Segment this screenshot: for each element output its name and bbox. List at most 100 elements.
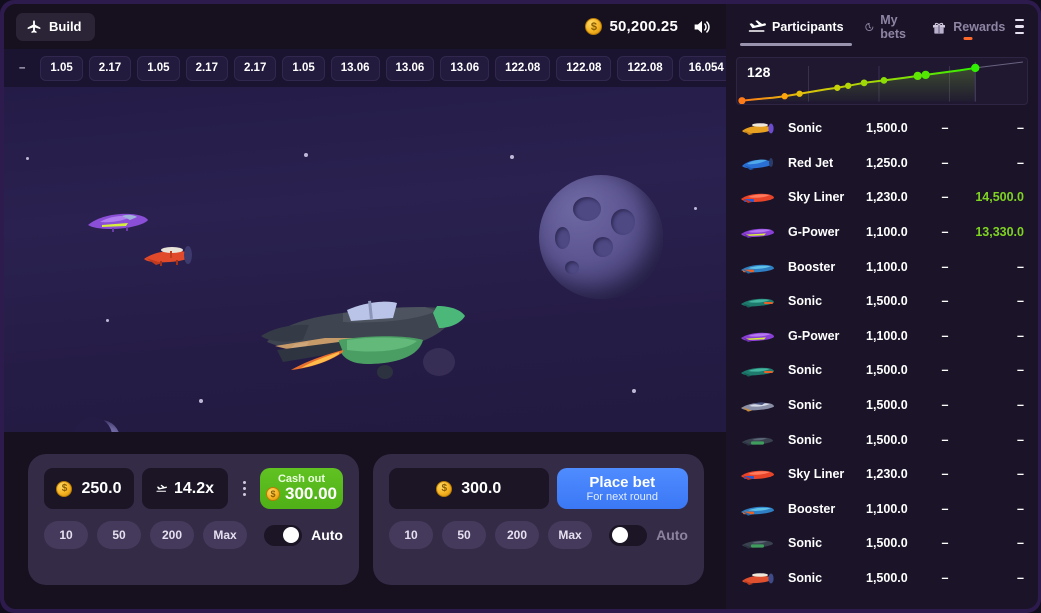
table-row[interactable]: Sonic 1,500.0 – – <box>728 111 1036 146</box>
player-name: Booster <box>788 501 836 516</box>
history-chip[interactable]: 13.06 <box>440 55 490 81</box>
quick-bet-200-left[interactable]: 200 <box>150 521 194 549</box>
multiplier-value: – <box>941 363 949 378</box>
plane-avatar-icon <box>741 470 774 481</box>
build-button[interactable]: Build <box>16 12 95 41</box>
history-chip[interactable]: 1.05 <box>282 55 325 81</box>
player-name: Sonic <box>788 571 823 586</box>
table-row[interactable]: Sonic 1,500.0 – – <box>728 284 1036 319</box>
table-row[interactable]: Sonic 1,500.0 – – <box>728 388 1036 423</box>
build-button-label: Build <box>49 19 82 34</box>
bet-panel-right-row-1: $ 300.0 Place bet For next round <box>389 468 688 509</box>
tab-rewards[interactable]: Rewards <box>921 4 1015 49</box>
auto-cashout-input[interactable]: 14.2x <box>142 468 228 509</box>
table-row[interactable]: Sonic 1,500.0 – – <box>728 526 1036 561</box>
table-row[interactable]: Sky Liner 1,230.0 – 14,500.0 <box>728 180 1036 215</box>
history-chip[interactable]: 13.06 <box>385 55 435 81</box>
quick-bet-50-left[interactable]: 50 <box>97 521 141 549</box>
quick-bet-max-left[interactable]: Max <box>203 521 247 549</box>
tab-participants[interactable]: Participants <box>738 4 854 49</box>
table-row[interactable]: Red Jet 1,250.0 – – <box>728 146 1036 181</box>
history-chip[interactable]: 2.17 <box>233 55 277 81</box>
background-plane-purple <box>82 207 152 237</box>
table-row[interactable]: Booster 1,100.0 – – <box>728 249 1036 284</box>
place-bet-button[interactable]: Place bet For next round <box>556 468 688 509</box>
quick-bet-max-right[interactable]: Max <box>548 521 592 549</box>
moon-small <box>74 417 120 432</box>
bet-value: 1,500.0 <box>866 536 908 551</box>
tab-my-bets[interactable]: My bets <box>854 4 922 49</box>
multiplier-value: – <box>941 121 949 136</box>
quick-bet-50-right[interactable]: 50 <box>442 521 486 549</box>
cash-out-value-wrap: $ 300.00 <box>266 485 337 503</box>
auto-toggle-switch-left[interactable] <box>264 524 303 546</box>
table-row[interactable]: Sky Liner 1,230.0 – – <box>728 457 1036 492</box>
history-chip[interactable]: 122.08 <box>617 55 673 81</box>
sky-canvas: 12.0x <box>4 87 726 432</box>
bet-value: 1,500.0 <box>866 398 908 413</box>
table-row[interactable]: G-Power 1,100.0 – – <box>728 319 1036 354</box>
auto-cashout-value: 14.2x <box>173 479 214 497</box>
multiplier-value: – <box>941 432 949 447</box>
auto-label-right: Auto <box>656 527 688 543</box>
history-chip[interactable]: 16.054 <box>678 55 726 81</box>
star-decoration <box>510 155 514 159</box>
player-name: Sonic <box>788 294 823 309</box>
bet-amount-value-left: 250.0 <box>81 479 122 497</box>
auto-toggle-left[interactable]: Auto <box>264 524 343 546</box>
participants-list[interactable]: Sonic 1,500.0 – – Red Jet 1,250.0 – – Sk… <box>726 111 1038 609</box>
win-value: – <box>1017 536 1024 551</box>
win-value: – <box>1017 363 1024 378</box>
plane-avatar-icon <box>741 332 774 342</box>
quick-bet-200-right[interactable]: 200 <box>495 521 539 549</box>
player-name: Sonic <box>788 121 823 136</box>
hamburger-menu-icon[interactable] <box>1015 18 1028 35</box>
quick-bet-10-left[interactable]: 10 <box>44 521 88 549</box>
history-chip[interactable]: 1.05 <box>137 55 180 81</box>
history-chip[interactable]: 2.17 <box>185 55 228 81</box>
coin-icon: $ <box>56 480 73 497</box>
cash-out-button[interactable]: Cash out $ 300.00 <box>260 468 343 509</box>
bet-value: 1,100.0 <box>866 225 908 240</box>
table-row[interactable]: Sonic 1,500.0 – – <box>728 422 1036 457</box>
bet-value: 1,500.0 <box>866 363 908 378</box>
plane-landing-icon <box>156 484 167 492</box>
win-value: – <box>1017 259 1024 274</box>
plane-avatar-icon <box>741 368 774 378</box>
bet-amount-input-left[interactable]: $ 250.0 <box>44 468 134 509</box>
plane-avatar-icon <box>742 573 774 586</box>
multiplier-value: – <box>941 259 949 274</box>
table-row[interactable]: Sonic 1,500.0 – – <box>728 353 1036 388</box>
table-row[interactable]: Sonic 1,500.0 – – <box>728 561 1036 596</box>
betting-panels: $ 250.0 14.2x Cash out $ 300.00 10 50 20… <box>4 432 726 609</box>
history-chip[interactable]: 2.17 <box>88 55 132 81</box>
auto-toggle-switch-right[interactable] <box>609 524 648 546</box>
game-app: Build $ 50,200.25 – 1.05 2.17 1.05 2.17 <box>0 0 1041 613</box>
sidebar: Participants My bets Rewards 128 Sonic 1… <box>726 4 1038 609</box>
player-name: Sonic <box>788 363 823 378</box>
game-area: Build $ 50,200.25 – 1.05 2.17 1.05 2.17 <box>4 4 726 609</box>
bet-value: 1,500.0 <box>866 294 908 309</box>
table-row[interactable]: Booster 1,100.0 – – <box>728 492 1036 527</box>
bet-amount-input-right[interactable]: $ 300.0 <box>389 468 549 509</box>
quick-bet-10-right[interactable]: 10 <box>389 521 433 549</box>
player-name: Sonic <box>788 536 823 551</box>
star-decoration <box>304 153 308 157</box>
multiplier-value: – <box>941 501 949 516</box>
history-chip[interactable]: 122.08 <box>495 55 551 81</box>
player-name: Red Jet <box>788 155 834 170</box>
history-chip[interactable]: 13.06 <box>330 55 380 81</box>
multiplier-value: – <box>941 536 949 551</box>
history-chip[interactable]: 122.08 <box>556 55 612 81</box>
more-vertical-icon[interactable] <box>236 481 252 496</box>
balance-display[interactable]: $ 50,200.25 <box>585 18 678 35</box>
speaker-icon[interactable] <box>692 18 712 36</box>
plane-icon <box>27 19 41 33</box>
table-row[interactable]: G-Power 1,100.0 – 13,330.0 <box>728 215 1036 250</box>
multiplier-value: – <box>941 571 949 586</box>
history-chip[interactable]: 1.05 <box>40 55 83 81</box>
player-name: Sky Liner <box>788 190 845 205</box>
round-history-bar[interactable]: – 1.05 2.17 1.05 2.17 2.17 1.05 13.06 13… <box>4 49 726 87</box>
cash-out-value: 300.00 <box>285 484 337 504</box>
auto-toggle-right[interactable]: Auto <box>609 524 688 546</box>
